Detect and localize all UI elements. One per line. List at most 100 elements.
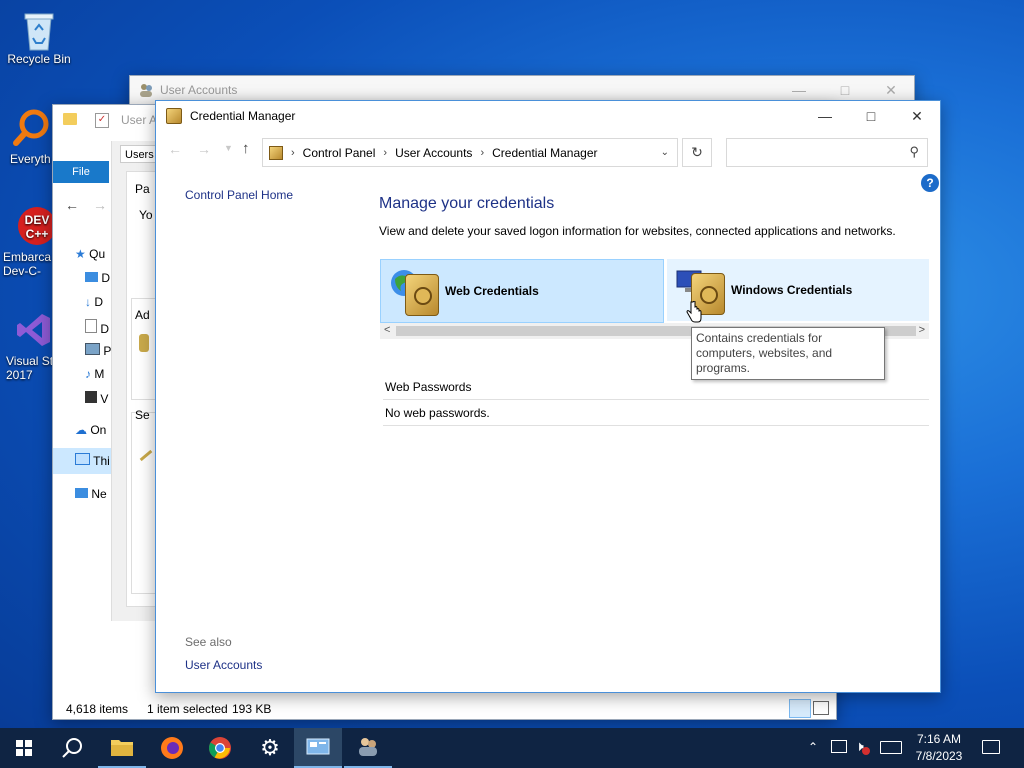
- tooltip: Contains credentials for computers, webs…: [691, 327, 885, 380]
- folder-icon: [111, 740, 133, 756]
- help-icon[interactable]: ?: [921, 174, 939, 192]
- folder-icon: [63, 113, 77, 125]
- forward-arrow-icon[interactable]: →: [197, 141, 211, 157]
- user-accounts-icon: [138, 82, 154, 98]
- network-tray-icon[interactable]: [831, 740, 847, 753]
- hand-cursor-icon: [686, 301, 702, 323]
- devcpp-icon: DEV C++: [15, 206, 56, 246]
- forward-arrow-icon[interactable]: →: [93, 197, 107, 213]
- credential-manager-window[interactable]: Credential Manager — □ ✕ ← → ▼ ↑ › Contr…: [155, 100, 941, 693]
- web-credentials-label: Web Credentials: [445, 284, 539, 298]
- users-icon: [359, 738, 377, 756]
- show-hidden-icons-chevron-icon[interactable]: ⌃: [808, 740, 818, 754]
- address-bar[interactable]: › Control Panel › User Accounts › Creden…: [262, 138, 678, 167]
- sidebar-control-panel-home[interactable]: Control Panel Home: [185, 188, 293, 202]
- search-icon: [62, 738, 82, 758]
- web-credentials-tile[interactable]: Web Credentials: [380, 259, 664, 323]
- everything-search-icon: [10, 108, 50, 148]
- film-icon: [85, 391, 97, 403]
- divider: [383, 399, 929, 400]
- close-button[interactable]: ✕: [894, 101, 940, 131]
- large-icons-view-button[interactable]: [813, 701, 829, 715]
- details-view-button[interactable]: [789, 699, 811, 718]
- taskbar-firefox[interactable]: [148, 728, 196, 768]
- nav-documents[interactable]: D: [85, 319, 109, 336]
- breadcrumb-control-panel[interactable]: Control Panel: [303, 146, 376, 160]
- credential-manager-icon: [166, 108, 182, 124]
- web-credentials-icon: [389, 266, 439, 316]
- desktop-icon-label: Recycle Bin: [7, 52, 71, 66]
- text-fragment: Ad: [135, 308, 150, 322]
- taskbar-control-panel[interactable]: [294, 728, 342, 768]
- credential-manager-titlebar[interactable]: Credential Manager — □ ✕: [156, 101, 940, 131]
- nav-pictures[interactable]: P: [85, 343, 111, 358]
- search-input[interactable]: [731, 139, 905, 165]
- up-arrow-icon[interactable]: ↑: [242, 140, 250, 157]
- visual-studio-icon: [14, 310, 54, 350]
- start-button[interactable]: [0, 728, 48, 768]
- download-icon: ↓: [85, 295, 91, 309]
- recent-locations-chevron-icon[interactable]: ▼: [224, 143, 233, 153]
- firefox-icon: [161, 737, 183, 759]
- taskbar-file-explorer[interactable]: [98, 728, 146, 768]
- windows-credentials-tile[interactable]: Windows Credentials: [667, 259, 929, 321]
- svg-text:DEV: DEV: [25, 213, 50, 227]
- cloud-icon: ☁: [75, 423, 87, 437]
- chrome-icon: [209, 737, 231, 759]
- text-fragment: Yo: [139, 208, 153, 222]
- see-also-user-accounts-link[interactable]: User Accounts: [185, 658, 262, 672]
- nav-desktop[interactable]: D: [85, 271, 110, 285]
- recycle-bin-icon: [19, 8, 59, 51]
- notification-center-icon[interactable]: [982, 740, 1000, 754]
- taskbar-user-accounts[interactable]: [344, 728, 392, 768]
- breadcrumb-chevron-icon: ›: [383, 146, 388, 159]
- nav-quick-access[interactable]: ★ Qu: [75, 247, 105, 261]
- clock-date: 7/8/2023: [915, 749, 963, 763]
- windows-credentials-label: Windows Credentials: [731, 283, 853, 297]
- clock-time: 7:16 AM: [916, 732, 962, 746]
- desktop-folder-icon: [85, 272, 98, 282]
- status-bar: 4,618 items 1 item selected 193 KB: [53, 697, 836, 719]
- status-item-count: 4,618 items: [66, 702, 129, 716]
- ribbon-file-tab[interactable]: File: [53, 161, 109, 183]
- nav-onedrive[interactable]: ☁ On: [75, 423, 106, 437]
- web-passwords-header[interactable]: Web Passwords: [385, 380, 471, 394]
- svg-text:C++: C++: [26, 227, 49, 241]
- back-arrow-icon[interactable]: ←: [65, 197, 79, 213]
- clock[interactable]: 7:16 AM 7/8/2023: [906, 731, 972, 765]
- refresh-button[interactable]: ↻: [682, 138, 712, 167]
- nav-music[interactable]: ♪ M: [85, 367, 104, 381]
- taskbar-chrome[interactable]: [196, 728, 244, 768]
- minimize-button[interactable]: —: [802, 101, 848, 131]
- nav-videos[interactable]: V: [85, 391, 108, 406]
- window-title: Credential Manager: [190, 109, 296, 123]
- document-icon: [85, 319, 97, 333]
- music-icon: ♪: [85, 367, 91, 381]
- maximize-button[interactable]: □: [848, 101, 894, 131]
- scroll-left-arrow-icon[interactable]: <: [384, 324, 390, 336]
- scroll-right-arrow-icon[interactable]: >: [919, 324, 925, 336]
- explorer-title: User A: [121, 113, 158, 127]
- desktop-icon-recycle-bin[interactable]: Recycle Bin: [1, 8, 77, 66]
- text-fragment: Pa: [135, 182, 150, 196]
- search-button[interactable]: [48, 728, 96, 768]
- breadcrumb-chevron-icon: ›: [480, 146, 485, 159]
- address-dropdown-icon[interactable]: ⌄: [661, 147, 669, 158]
- nav-downloads[interactable]: ↓ D: [85, 295, 103, 309]
- web-passwords-empty-text: No web passwords.: [385, 406, 490, 420]
- network-icon: [75, 488, 88, 498]
- computer-icon: [75, 453, 90, 465]
- search-icon[interactable]: ⚲: [909, 144, 919, 160]
- taskbar: ⚙ ⌃ 🕨 7:16 AM 7/8/2023: [0, 728, 1024, 768]
- breadcrumb-credential-manager[interactable]: Credential Manager: [492, 146, 597, 160]
- status-selected: 1 item selected: [147, 702, 228, 716]
- page-description: View and delete your saved logon informa…: [379, 224, 896, 238]
- taskbar-settings[interactable]: ⚙: [246, 728, 294, 768]
- navigation-bar: ← → ▼ ↑ › Control Panel › User Accounts …: [156, 135, 940, 169]
- keyboard-icon[interactable]: [880, 741, 902, 754]
- back-arrow-icon[interactable]: ←: [168, 141, 182, 157]
- search-box[interactable]: ⚲: [726, 138, 928, 167]
- nav-network[interactable]: Ne: [75, 487, 107, 501]
- breadcrumb-chevron-icon: ›: [291, 146, 295, 159]
- breadcrumb-user-accounts[interactable]: User Accounts: [395, 146, 472, 160]
